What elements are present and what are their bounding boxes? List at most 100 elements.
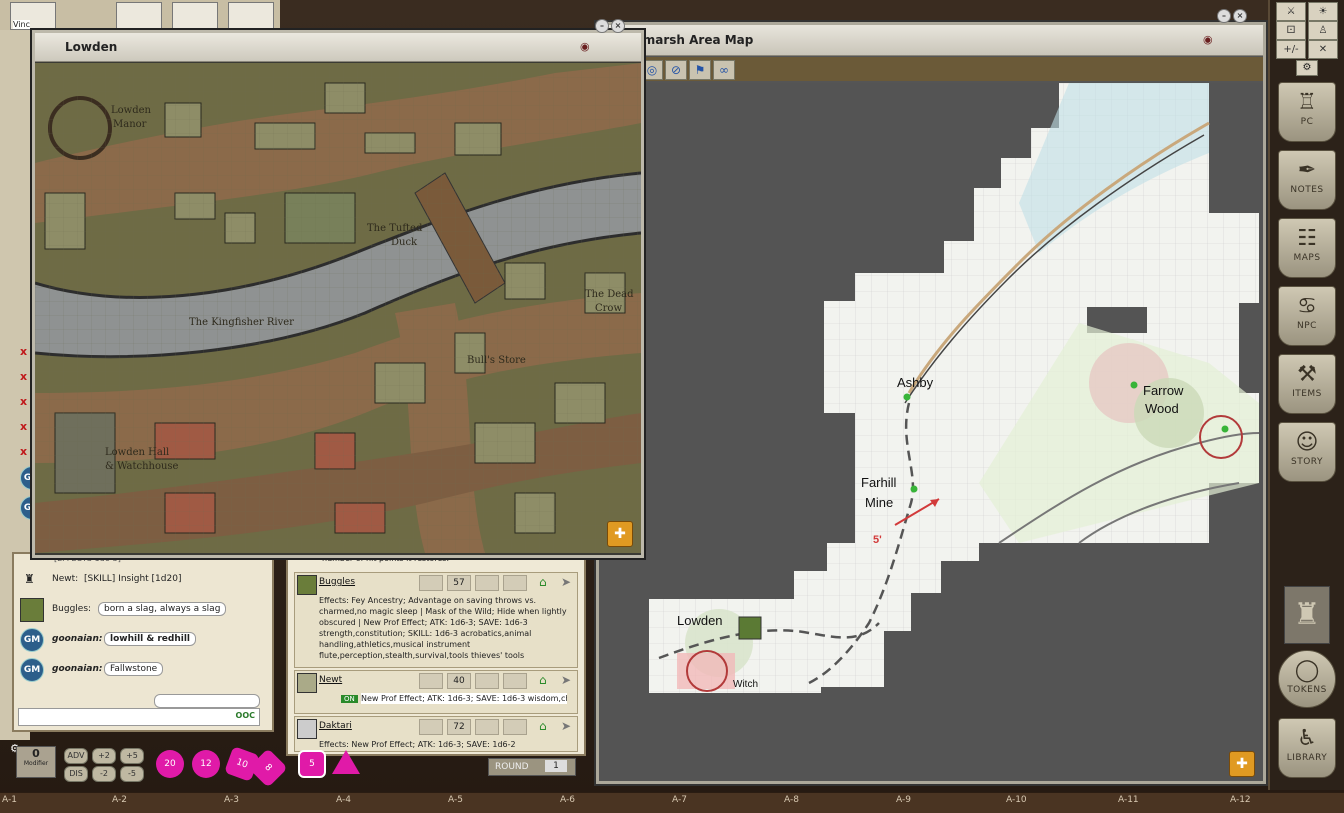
sidebar-npc-button[interactable]: ♋ NPC bbox=[1278, 286, 1336, 346]
sidebar-pc-button[interactable]: ♖ PC bbox=[1278, 82, 1336, 142]
modifier-box[interactable]: 0 Modifier bbox=[16, 746, 56, 778]
close-icon[interactable]: × bbox=[1233, 9, 1247, 23]
minimize-icon[interactable]: – bbox=[595, 19, 609, 33]
chat-speaker: Buggles: bbox=[52, 604, 92, 614]
x-icon[interactable]: ✕ bbox=[1308, 40, 1338, 59]
target-icon[interactable]: ➤ bbox=[561, 673, 571, 687]
chat-mode-select[interactable] bbox=[154, 694, 260, 708]
temp-field[interactable] bbox=[475, 575, 499, 591]
combat-tracker: number of hit points it restores. Buggle… bbox=[286, 552, 586, 756]
friendly-icon[interactable]: ⌂ bbox=[539, 719, 547, 733]
adv-button[interactable]: ADV bbox=[64, 748, 88, 764]
lighting-icon[interactable]: ☀ bbox=[1308, 2, 1338, 21]
label-farrow: Farrow bbox=[1143, 383, 1184, 398]
sidebar-items-button[interactable]: ⚒ ITEMS bbox=[1278, 354, 1336, 414]
sidebar-label: NOTES bbox=[1290, 185, 1324, 195]
dis-button[interactable]: DIS bbox=[64, 766, 88, 782]
settings-gear-icon[interactable]: ⚙ bbox=[1296, 60, 1318, 76]
label-lowden-manor: Lowden bbox=[111, 105, 152, 116]
lowden-titlebar[interactable]: Lowden ◉ – × bbox=[35, 19, 641, 62]
modifier-label: Modifier bbox=[23, 760, 49, 767]
hotbar-slot[interactable] bbox=[116, 2, 162, 30]
sidebar-label: TOKENS bbox=[1287, 685, 1327, 695]
link-icon[interactable]: ∞ bbox=[713, 60, 735, 80]
sidebar-library-button[interactable]: ♿ LIBRARY bbox=[1278, 718, 1336, 778]
plus-minus-button[interactable]: +/- bbox=[1276, 40, 1306, 59]
label-crow: Crow bbox=[595, 303, 622, 314]
area-map-window[interactable]: tmarsh Area Map ◉ – × ◎ ⊘ ⚑ ∞ Ashby Farr… bbox=[596, 9, 1266, 784]
init-field[interactable] bbox=[419, 575, 443, 591]
plus2-button[interactable]: +2 bbox=[92, 748, 116, 764]
area-map-canvas[interactable]: Ashby Farrow Wood Farhill Mine Lowden Wi… bbox=[599, 83, 1263, 781]
flag-icon[interactable]: ⚑ bbox=[689, 60, 711, 80]
target-icon[interactable]: ◎ bbox=[641, 60, 663, 80]
hp-field[interactable]: 72 bbox=[447, 719, 471, 735]
sidebar-maps-button[interactable]: ☷ MAPS bbox=[1278, 218, 1336, 278]
target-icon[interactable]: ➤ bbox=[561, 719, 571, 733]
ruler-tick: A-10 bbox=[1006, 795, 1027, 805]
chat-bubble: Fallwstone bbox=[104, 662, 164, 676]
expand-icon[interactable]: ✚ bbox=[1229, 751, 1255, 777]
ruler-tick: A-5 bbox=[448, 795, 463, 805]
label-witch: Witch bbox=[733, 679, 758, 690]
lowden-map-canvas[interactable]: Lowden Manor The Tufted Duck The Kingfis… bbox=[35, 63, 641, 553]
label-manor: Manor bbox=[113, 119, 147, 130]
close-icon[interactable]: × bbox=[611, 19, 625, 33]
lock-icon[interactable]: ◉ bbox=[580, 33, 590, 61]
no-measure-icon[interactable]: ⊘ bbox=[665, 60, 687, 80]
chat-input[interactable]: OOC bbox=[18, 708, 260, 726]
init-field[interactable] bbox=[419, 719, 443, 735]
sidebar-label: NPC bbox=[1297, 321, 1317, 331]
chat-panel[interactable]: [EFFECTS 1d6-3] ♜ Newt: [SKILL] Insight … bbox=[12, 552, 274, 732]
effect-line[interactable]: New Prof Effect; ATK: 1d6-3; SAVE: 1d6-3… bbox=[361, 693, 567, 704]
plus5-button[interactable]: +5 bbox=[120, 748, 144, 764]
hp-field[interactable]: 40 bbox=[447, 673, 471, 689]
wounds-field[interactable] bbox=[503, 673, 527, 689]
wounds-field[interactable] bbox=[503, 575, 527, 591]
sidebar-label: LIBRARY bbox=[1286, 753, 1328, 763]
temp-field[interactable] bbox=[475, 673, 499, 689]
bull-icon: ♋ bbox=[1297, 294, 1317, 319]
tools-icon[interactable]: ⚔ bbox=[1276, 2, 1306, 21]
masks-icon: ☺ bbox=[1295, 430, 1319, 455]
sidebar-story-button[interactable]: ☺ STORY bbox=[1278, 422, 1336, 482]
temp-field[interactable] bbox=[475, 719, 499, 735]
combatant-name[interactable]: Daktari bbox=[319, 721, 352, 731]
minus5-button[interactable]: -5 bbox=[120, 766, 144, 782]
minimize-icon[interactable]: – bbox=[1217, 9, 1231, 23]
wounds-field[interactable] bbox=[503, 719, 527, 735]
chat-speaker: goonaian: bbox=[52, 664, 103, 674]
hotbar-slot[interactable] bbox=[172, 2, 218, 30]
person-icon[interactable]: ♙ bbox=[1308, 21, 1338, 40]
d6-die[interactable]: 5 bbox=[298, 750, 326, 778]
library-icon: ♿ bbox=[1297, 726, 1317, 751]
friendly-icon[interactable]: ⌂ bbox=[539, 575, 547, 589]
dice-icon[interactable]: ⚀ bbox=[1276, 21, 1306, 40]
friendly-icon[interactable]: ⌂ bbox=[539, 673, 547, 687]
area-map-title: tmarsh Area Map bbox=[637, 33, 754, 47]
avatar bbox=[297, 575, 317, 595]
lowden-map-window[interactable]: Lowden ◉ – × Lowden Manor The Tufted Duc… bbox=[32, 19, 644, 558]
hp-field[interactable]: 57 bbox=[447, 575, 471, 591]
label-dead-crow: The Dead bbox=[585, 289, 634, 300]
area-map-titlebar[interactable]: tmarsh Area Map ◉ – × bbox=[599, 9, 1263, 56]
sidebar-tokens-button[interactable]: ◯ TOKENS bbox=[1278, 650, 1336, 708]
combatant-row[interactable]: Buggles 57 ⌂ ➤ Effects: Fey Ancestry; Ad… bbox=[294, 572, 578, 668]
hotbar-slot[interactable]: Vinc bbox=[10, 2, 56, 30]
d12-die[interactable]: 12 bbox=[192, 750, 220, 778]
hotbar-slot[interactable] bbox=[228, 2, 274, 30]
sidebar-notes-button[interactable]: ✒ NOTES bbox=[1278, 150, 1336, 210]
init-field[interactable] bbox=[419, 673, 443, 689]
tower-icon[interactable]: ♜ bbox=[1284, 586, 1330, 644]
effect-on-badge[interactable]: ON bbox=[341, 695, 358, 703]
lock-icon[interactable]: ◉ bbox=[1203, 25, 1213, 55]
combatant-row[interactable]: Newt 40 ⌂ ➤ ON New Prof Effect; ATK: 1d6… bbox=[294, 670, 578, 714]
x-marker: x bbox=[20, 420, 28, 433]
target-icon[interactable]: ➤ bbox=[561, 575, 571, 589]
expand-icon[interactable]: ✚ bbox=[607, 521, 633, 547]
minus2-button[interactable]: -2 bbox=[92, 766, 116, 782]
d20-die[interactable]: 20 bbox=[156, 750, 184, 778]
combatant-name[interactable]: Buggles bbox=[319, 577, 355, 587]
d4-die[interactable] bbox=[332, 750, 360, 774]
combatant-name[interactable]: Newt bbox=[319, 675, 342, 685]
